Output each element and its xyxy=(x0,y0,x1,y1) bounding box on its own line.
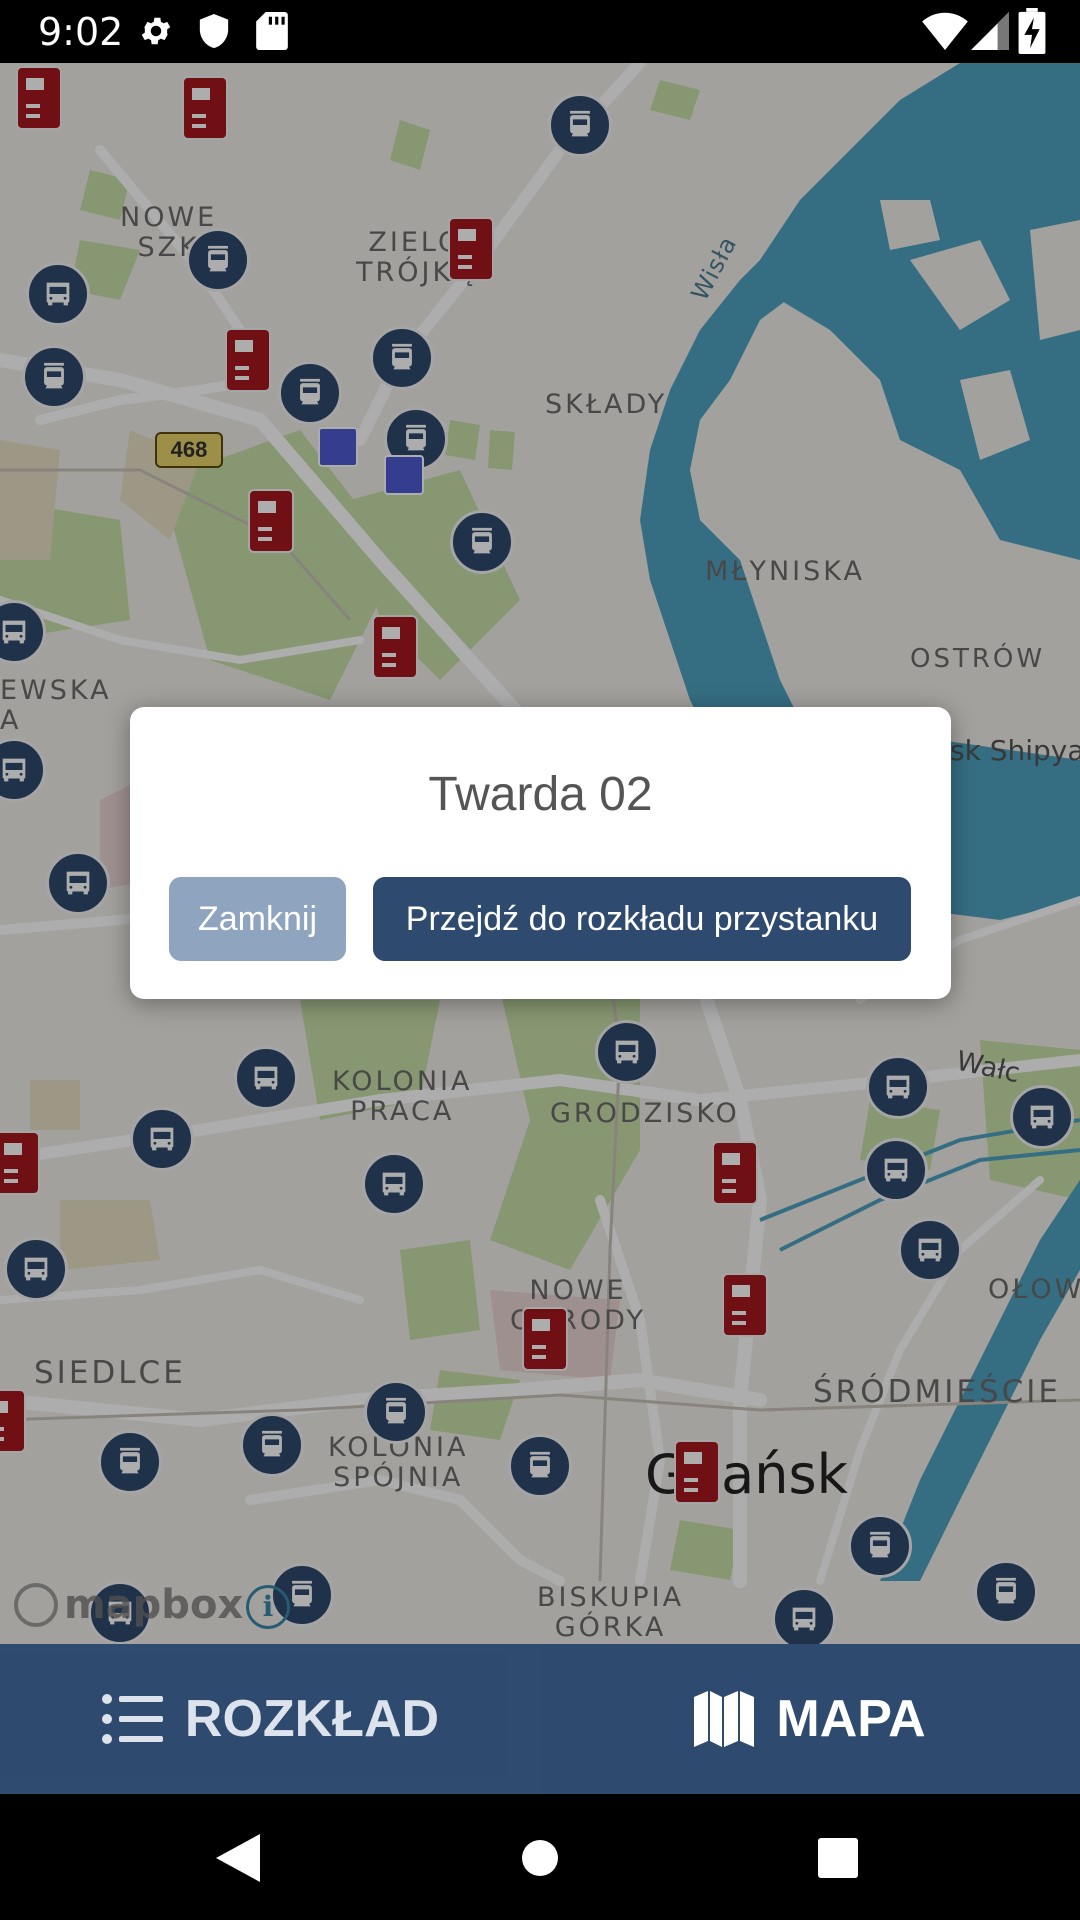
sd-card-icon xyxy=(256,12,288,50)
status-time: 9:02 xyxy=(38,10,124,54)
back-icon[interactable] xyxy=(216,1834,260,1882)
tab-schedule[interactable]: ROZKŁAD xyxy=(0,1644,540,1794)
recents-icon[interactable] xyxy=(818,1838,858,1878)
go-to-timetable-button[interactable]: Przejdź do rozkładu przystanku xyxy=(373,877,911,961)
settings-icon xyxy=(141,17,171,45)
bottom-navigation: ROZKŁAD MAPA xyxy=(0,1644,1080,1794)
wifi-icon xyxy=(922,12,968,50)
close-button[interactable]: Zamknij xyxy=(169,877,346,961)
system-navigation-bar xyxy=(0,1794,1080,1920)
map-icon xyxy=(694,1691,755,1747)
stop-dialog: Twarda 02 Zamknij Przejdź do rozkładu pr… xyxy=(130,707,951,999)
home-icon[interactable] xyxy=(520,1838,560,1878)
tab-map[interactable]: MAPA xyxy=(540,1644,1080,1794)
cell-signal-icon xyxy=(971,12,1009,50)
shield-icon xyxy=(199,14,229,48)
status-bar: 9:02 xyxy=(0,0,1080,63)
dialog-title: Twarda 02 xyxy=(428,768,653,821)
tab-map-label: MAPA xyxy=(776,1690,926,1748)
list-icon xyxy=(101,1694,163,1744)
battery-charging-icon xyxy=(1018,8,1046,54)
tab-schedule-label: ROZKŁAD xyxy=(184,1690,440,1748)
